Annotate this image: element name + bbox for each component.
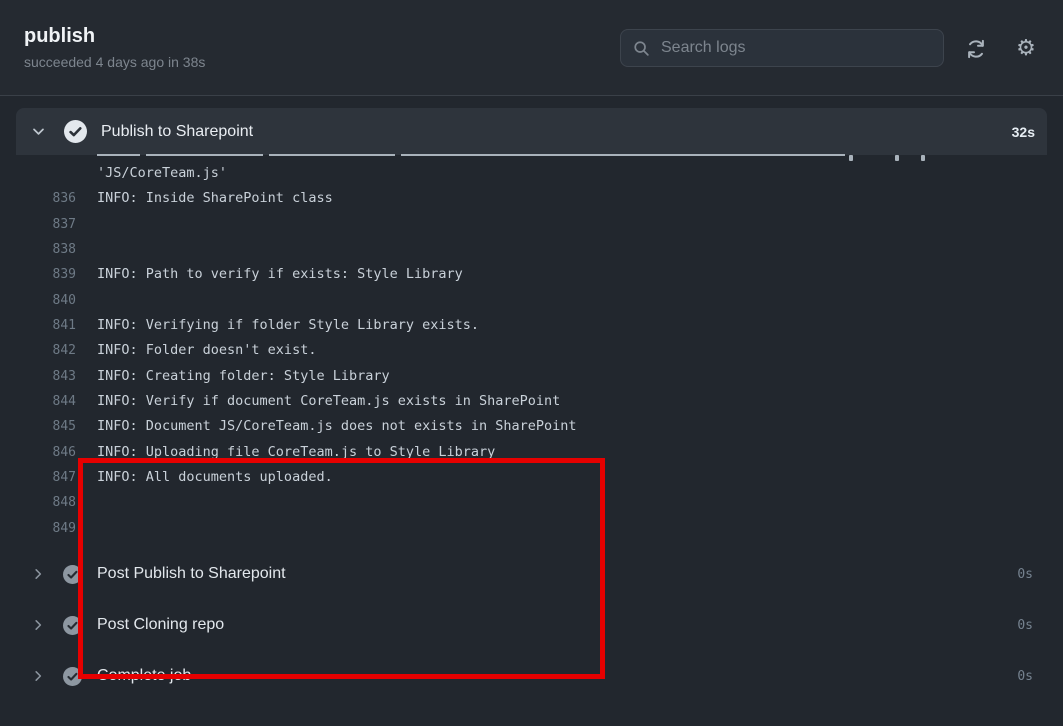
step-duration: 0s [1017, 668, 1033, 684]
step-duration: 0s [1017, 617, 1033, 633]
search-input[interactable] [659, 38, 931, 58]
log-line: 837 [0, 212, 1063, 237]
line-number: 844 [52, 394, 76, 410]
log-line: 843 INFO: Creating folder: Style Library [0, 364, 1063, 389]
log-line: 841 INFO: Verifying if folder Style Libr… [0, 313, 1063, 338]
chevron-down-icon[interactable] [30, 124, 46, 139]
log-line: 847 INFO: All documents uploaded. [0, 465, 1063, 490]
log-line: 840 [0, 288, 1063, 313]
log-line: 'JS/CoreTeam.js' [0, 161, 1063, 186]
line-number: 843 [52, 368, 76, 384]
log-line: 849 [0, 516, 1063, 541]
log-output: 'JS/CoreTeam.js' 836 INFO: Inside ShareP… [0, 154, 1063, 679]
search-box[interactable] [620, 29, 944, 67]
log-line: 846 INFO: Uploading file CoreTeam.js to … [0, 440, 1063, 465]
job-title: publish [24, 25, 96, 47]
step-label: Post Cloning repo [97, 616, 225, 634]
log-line: 848 [0, 490, 1063, 515]
line-number [0, 161, 76, 186]
line-number: 842 [52, 343, 76, 359]
log-text: INFO: Path to verify if exists: Style Li… [97, 266, 463, 283]
chevron-right-icon[interactable] [30, 618, 46, 632]
log-line: 839 INFO: Path to verify if exists: Styl… [0, 262, 1063, 287]
collapsed-steps: Post Publish to Sharepoint 0s Post Cloni… [0, 556, 1063, 694]
gear-icon[interactable]: ⚙ [1011, 34, 1041, 64]
step-row[interactable]: Complete job 0s [0, 658, 1063, 694]
log-text: INFO: Uploading file CoreTeam.js to Styl… [97, 443, 496, 460]
check-circle-icon [63, 666, 82, 686]
log-text: INFO: Inside SharePoint class [97, 190, 333, 207]
line-number: 849 [52, 520, 76, 536]
line-number: 838 [52, 242, 76, 258]
log-line: 842 INFO: Folder doesn't exist. [0, 338, 1063, 363]
actions-log-viewer: publish succeeded 4 days ago in 38s ⚙ [0, 0, 1063, 726]
log-lines: 'JS/CoreTeam.js' 836 INFO: Inside ShareP… [0, 161, 1063, 541]
check-circle-icon [63, 564, 82, 584]
step-header-publish-to-sharepoint[interactable]: Publish to Sharepoint 32s [16, 108, 1047, 155]
log-text: INFO: Creating folder: Style Library [97, 367, 390, 384]
step-row[interactable]: Post Cloning repo 0s [0, 607, 1063, 643]
log-text: INFO: Verifying if folder Style Library … [97, 317, 480, 334]
step-duration: 32s [1011, 123, 1035, 140]
log-line: 836 INFO: Inside SharePoint class [0, 186, 1063, 211]
step-label: Post Publish to Sharepoint [97, 565, 286, 583]
line-number: 845 [52, 419, 76, 435]
search-icon [633, 40, 650, 57]
check-circle-icon [63, 615, 82, 635]
log-text: INFO: Document JS/CoreTeam.js does not e… [97, 418, 577, 435]
log-line: 845 INFO: Document JS/CoreTeam.js does n… [0, 414, 1063, 439]
job-status-text: succeeded 4 days ago in 38s [24, 54, 206, 70]
line-number: 847 [52, 470, 76, 486]
step-duration: 0s [1017, 566, 1033, 582]
step-label: Publish to Sharepoint [101, 122, 254, 140]
log-text: INFO: Folder doesn't exist. [97, 342, 317, 359]
refresh-icon[interactable] [961, 34, 991, 64]
job-header: publish succeeded 4 days ago in 38s ⚙ [0, 0, 1063, 96]
check-circle-icon [64, 120, 87, 143]
line-number: 840 [52, 292, 76, 308]
log-line: 844 INFO: Verify if document CoreTeam.js… [0, 389, 1063, 414]
line-number: 846 [52, 444, 76, 460]
line-number: 839 [52, 267, 76, 283]
chevron-right-icon[interactable] [30, 567, 46, 581]
line-number: 848 [52, 495, 76, 511]
step-label: Complete job [97, 667, 192, 685]
line-number: 836 [52, 191, 76, 207]
chevron-right-icon[interactable] [30, 669, 46, 683]
log-text: 'JS/CoreTeam.js' [97, 165, 228, 181]
line-number: 841 [52, 318, 76, 334]
steps-list: Publish to Sharepoint 32s 'JS/CoreTeam.j… [0, 96, 1063, 694]
line-number: 837 [52, 216, 76, 232]
log-line: 838 [0, 237, 1063, 262]
log-text: INFO: Verify if document CoreTeam.js exi… [97, 393, 561, 410]
step-row[interactable]: Post Publish to Sharepoint 0s [0, 556, 1063, 592]
log-text: INFO: All documents uploaded. [97, 469, 333, 486]
clipped-log-line [97, 150, 957, 161]
